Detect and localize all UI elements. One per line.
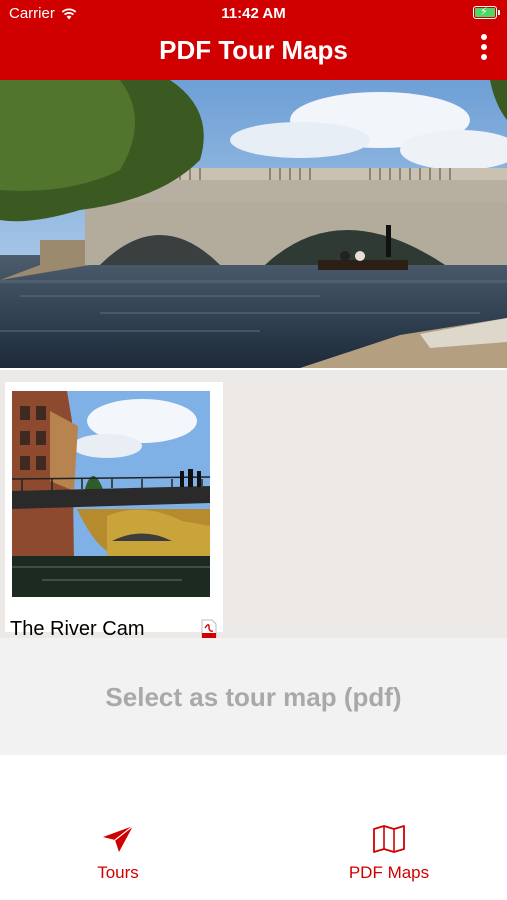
- hero-image: [0, 80, 507, 368]
- tab-tours[interactable]: Tours: [38, 825, 198, 883]
- tab-pdf-maps[interactable]: PDF Maps: [309, 825, 469, 883]
- tab-bar: Tours PDF Maps: [0, 755, 507, 900]
- tour-map-card[interactable]: The River Cam: [5, 382, 223, 640]
- more-vertical-icon[interactable]: [479, 34, 489, 60]
- select-area: Select as tour map (pdf): [0, 638, 507, 755]
- tour-map-grid: The River Cam: [0, 370, 507, 640]
- charging-bolt-icon: ⚡: [480, 6, 488, 18]
- select-tour-map-button[interactable]: Select as tour map (pdf): [0, 682, 507, 713]
- tour-map-thumbnail: [12, 391, 210, 597]
- page-title: PDF Tour Maps: [159, 35, 348, 65]
- tab-tours-label: Tours: [97, 863, 139, 882]
- map-icon: [373, 825, 405, 853]
- status-time: 11:42 AM: [221, 5, 286, 22]
- pdf-file-icon: [201, 619, 217, 639]
- tab-pdf-maps-label: PDF Maps: [348, 863, 430, 882]
- app-header: Carrier 11:42 AM ⚡ PDF Tour Maps: [0, 0, 507, 80]
- send-arrow-icon: [103, 825, 134, 852]
- battery-icon: ⚡: [473, 6, 500, 19]
